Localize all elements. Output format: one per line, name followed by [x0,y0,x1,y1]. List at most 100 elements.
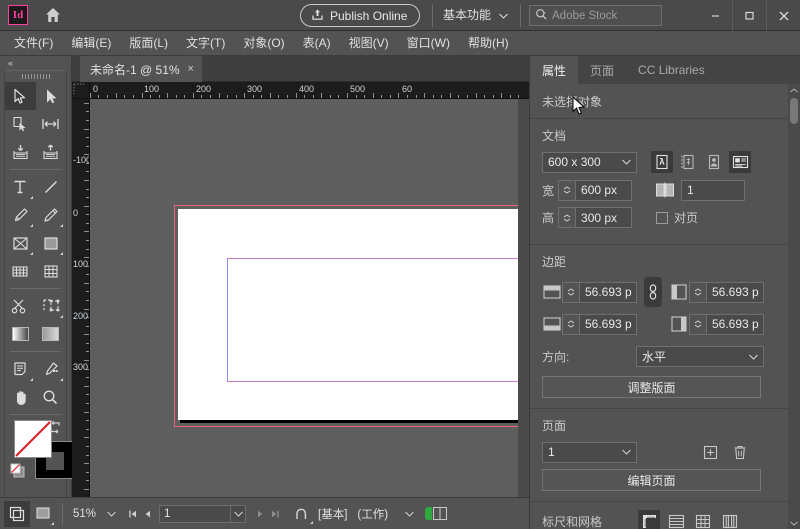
intent-print-icon[interactable] [651,151,673,173]
tab-properties[interactable]: 属性 [530,56,579,84]
menu-window[interactable]: 窗口(W) [398,31,459,56]
page-select[interactable]: 1 [542,441,637,463]
margin-left-stepper[interactable] [689,281,706,303]
direction-select[interactable]: 水平 [636,346,764,367]
tab-pages[interactable]: 页面 [578,56,626,84]
tools-drag-grip[interactable] [5,71,66,82]
margin-left-input[interactable]: 56.693 p [706,281,764,303]
last-page-icon[interactable] [267,503,282,525]
preview-mode-icon[interactable] [30,501,56,527]
page-tool[interactable] [5,110,36,138]
selection-tool[interactable] [5,82,36,110]
preflight-icon[interactable] [288,501,314,527]
first-page-icon[interactable] [125,503,140,525]
margin-right-stepper[interactable] [689,313,706,335]
gradient-feather-tool[interactable] [36,320,67,348]
page[interactable] [178,209,529,420]
gap-tool[interactable] [36,110,67,138]
pencil-tool[interactable] [36,201,67,229]
hand-tool[interactable] [5,383,36,411]
page-number-input[interactable]: 1 [159,504,232,523]
add-page-icon[interactable] [699,441,721,463]
next-page-icon[interactable] [252,503,267,525]
zoom-level-value[interactable]: 51% [73,508,96,520]
column-guides-icon[interactable] [719,510,741,529]
eyedropper-tool[interactable] [36,355,67,383]
search-input[interactable]: Adobe Stock [529,5,662,26]
height-stepper[interactable] [558,207,576,228]
width-stepper[interactable] [558,179,576,201]
height-input[interactable]: 300 px [575,207,633,228]
swap-fill-stroke-icon[interactable] [48,420,62,434]
content-placer-tool[interactable] [36,138,67,166]
margin-bottom-input[interactable]: 56.693 p [579,313,637,335]
close-button[interactable] [766,0,800,31]
home-icon[interactable] [40,2,66,28]
menu-table[interactable]: 表(A) [294,31,340,56]
vertical-ruler[interactable]: -100 0 100 200 300 [72,99,90,497]
document-canvas[interactable]: 0 100 200 300 400 500 60 -100 0 100 200 … [72,82,529,497]
facing-pages-checkbox-row[interactable]: 对页 [656,209,698,226]
adjust-layout-button[interactable]: 调整版面 [542,376,761,398]
zoom-dropdown-icon[interactable] [104,503,119,525]
note-tool[interactable] [5,355,36,383]
margin-top-input[interactable]: 56.693 p [579,281,637,303]
width-input[interactable]: 600 px [575,179,633,201]
page-number-dropdown-icon[interactable] [230,504,247,523]
intent-web-icon[interactable] [677,151,699,173]
menu-file[interactable]: 文件(F) [5,31,62,56]
intent-mobile-icon[interactable] [703,151,725,173]
edit-pages-button[interactable]: 编辑页面 [542,469,761,491]
canvas-vertical-scrollbar[interactable] [518,99,529,497]
scroll-down-icon[interactable] [788,517,800,529]
document-grid-icon[interactable] [692,510,714,529]
default-fill-stroke-icon[interactable] [10,463,26,479]
prev-page-icon[interactable] [140,503,155,525]
delete-page-icon[interactable] [729,441,751,463]
free-transform-tool[interactable] [36,292,67,320]
scissors-tool[interactable] [5,292,36,320]
orientation-landscape-icon[interactable] [729,151,751,173]
screen-mode-icon[interactable] [4,500,30,527]
facing-pages-checkbox[interactable] [656,211,669,224]
link-margins-icon[interactable] [644,277,662,307]
frame-tool[interactable] [5,229,36,257]
pasteboard[interactable] [90,99,529,497]
horizontal-grid-tool[interactable] [5,257,36,285]
margin-bottom-stepper[interactable] [562,313,579,335]
margin-top-stepper[interactable] [562,281,579,303]
document-tab[interactable]: 未命名-1 @ 51% × [80,56,202,82]
document-state-dropdown-icon[interactable] [402,503,417,525]
panel-scrollbar[interactable] [788,84,800,529]
minimize-button[interactable] [698,0,732,31]
gradient-swatch-tool[interactable] [5,320,36,348]
split-window-icon[interactable] [425,507,448,520]
page-count-input[interactable]: 1 [681,179,746,201]
direct-selection-tool[interactable] [36,82,67,110]
baseline-grid-icon[interactable] [665,510,687,529]
pen-tool[interactable] [5,201,36,229]
margin-right-input[interactable]: 56.693 p [706,313,764,335]
menu-edit[interactable]: 编辑(E) [62,31,120,56]
vertical-grid-tool[interactable] [36,257,67,285]
collapse-tools-button[interactable]: « [0,56,71,70]
panel-scroll-thumb[interactable] [790,98,798,124]
workspace-switcher[interactable]: 基本功能 [443,6,508,23]
fill-swatch[interactable] [14,420,52,458]
zoom-tool[interactable] [36,383,67,411]
maximize-button[interactable] [732,0,766,31]
publish-online-button[interactable]: Publish Online [300,4,421,27]
menu-type[interactable]: 文字(T) [177,31,234,56]
ruler-origin-handle[interactable] [72,82,90,99]
line-tool[interactable] [36,173,67,201]
show-rulers-icon[interactable] [638,510,660,529]
rectangle-tool[interactable] [36,229,67,257]
menu-layout[interactable]: 版面(L) [120,31,177,56]
scroll-up-icon[interactable] [788,84,800,96]
document-preset-select[interactable]: 600 x 300 [542,151,637,173]
menu-object[interactable]: 对象(O) [234,31,293,56]
menu-help[interactable]: 帮助(H) [459,31,518,56]
close-icon[interactable]: × [188,63,194,75]
type-tool[interactable] [5,173,36,201]
tab-cc-libraries[interactable]: CC Libraries [626,56,717,84]
